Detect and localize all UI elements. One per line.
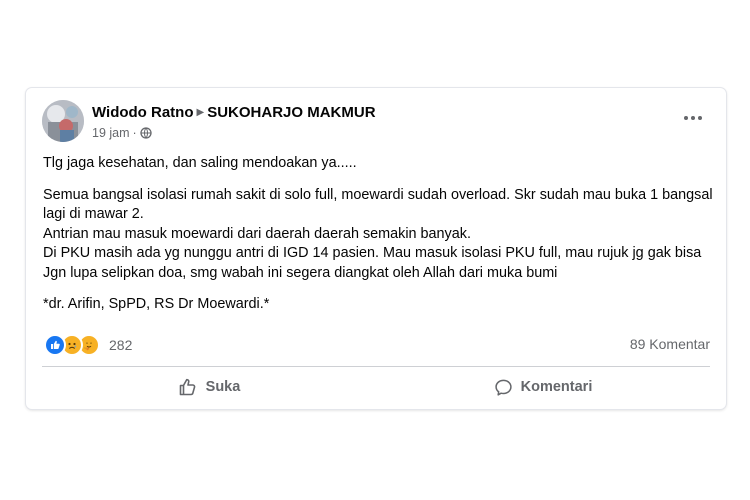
- globe-icon: [140, 126, 152, 140]
- more-options-icon[interactable]: [678, 110, 708, 126]
- author-name[interactable]: Widodo Ratno: [92, 104, 194, 121]
- post-stats: 282 89 Komentar: [44, 334, 710, 356]
- group-name[interactable]: SUKOHARJO MAKMUR: [207, 104, 375, 121]
- comment-bubble-icon: [494, 378, 513, 397]
- post-actions: Suka Komentari: [42, 371, 710, 403]
- post-timestamp[interactable]: 19 jam: [92, 126, 130, 140]
- post-paragraph: Semua bangsal isolasi rumah sakit di sol…: [43, 186, 713, 223]
- comment-button-label: Komentari: [520, 379, 593, 395]
- like-button[interactable]: Suka: [42, 371, 376, 403]
- post-paragraph: Jgn lupa selipkan doa, smg wabah ini seg…: [43, 264, 558, 281]
- reaction-summary[interactable]: 282: [44, 334, 132, 356]
- post-paragraph: Antrian mau masuk moewardi dari daerah d…: [43, 225, 471, 242]
- post-header-title: Widodo Ratno ▶ SUKOHARJO MAKMUR: [92, 104, 376, 121]
- post-paragraph: Di PKU masih ada yg nunggu antri di IGD …: [43, 245, 702, 261]
- like-button-label: Suka: [205, 379, 241, 395]
- arrow-right-icon: ▶: [196, 107, 205, 118]
- post-card: Widodo Ratno ▶ SUKOHARJO MAKMUR 19 jam · Tl…: [26, 88, 726, 409]
- avatar-image: [42, 100, 84, 142]
- avatar[interactable]: [42, 100, 84, 142]
- post-paragraph: Tlg jaga kesehatan, dan saling mendoakan…: [43, 155, 357, 171]
- post-meta: 19 jam ·: [92, 126, 152, 140]
- like-icon: [44, 334, 66, 356]
- post-text: Tlg jaga kesehatan, dan saling mendoakan…: [43, 154, 723, 315]
- divider: [42, 366, 710, 367]
- comment-button[interactable]: Komentari: [376, 371, 710, 403]
- reaction-count: 282: [109, 337, 133, 353]
- post-paragraph: *dr. Arifin, SpPD, RS Dr Moewardi.*: [43, 296, 270, 312]
- comment-count-link[interactable]: 89 Komentar: [630, 336, 710, 352]
- meta-separator: ·: [132, 126, 137, 140]
- thumbs-up-icon: [178, 377, 198, 397]
